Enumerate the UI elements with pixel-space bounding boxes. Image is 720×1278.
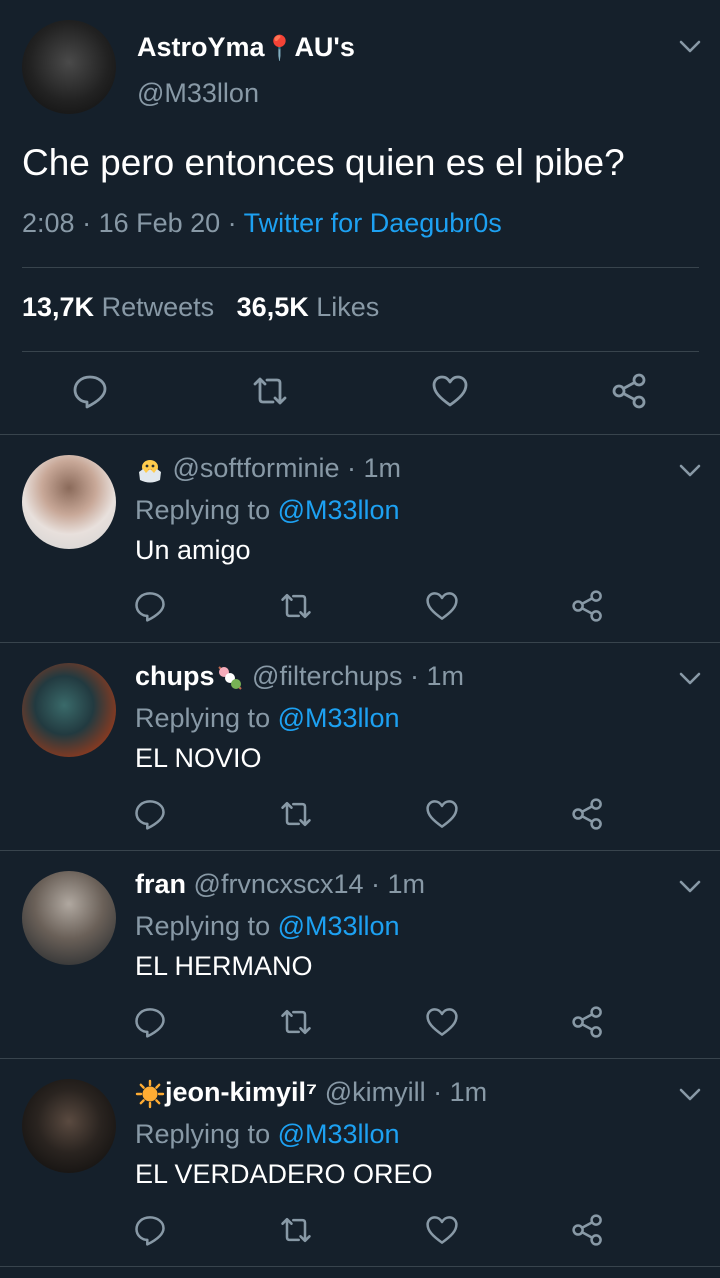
share-icon[interactable] <box>610 371 650 411</box>
reply-text: EL HERMANO <box>135 951 313 981</box>
replying-to-label: Replying to <box>135 911 271 941</box>
tweet-stats: 13,7K Retweets 36,5K Likes <box>22 292 379 323</box>
reply-tweet[interactable]: @softforminie · 1m Replying to @M33llon … <box>0 435 720 643</box>
reply-header: chups @filterchups · 1m <box>135 661 465 693</box>
replying-to-label: Replying to <box>135 495 271 525</box>
reply-time: 1m <box>426 661 465 691</box>
likes-stat[interactable]: 36,5K Likes <box>237 292 380 322</box>
like-icon[interactable] <box>424 588 460 624</box>
share-icon[interactable] <box>570 1004 606 1040</box>
replying-to: Replying to @M33llon <box>135 703 400 734</box>
share-icon[interactable] <box>570 796 606 832</box>
tweet-meta: 2:08 · 16 Feb 20 · Twitter for Daegubr0s <box>22 208 502 238</box>
reply-icon[interactable] <box>132 588 168 624</box>
tweet-time: 2:08 <box>22 208 75 238</box>
reply-handle[interactable]: @filterchups <box>252 661 402 691</box>
retweets-count: 13,7K <box>22 292 95 322</box>
hatching-chick-icon <box>135 455 165 485</box>
avatar[interactable] <box>22 1079 116 1173</box>
separator <box>22 351 699 352</box>
reply-header: @softforminie · 1m <box>135 453 401 485</box>
reply-icon[interactable] <box>132 796 168 832</box>
likes-count: 36,5K <box>236 292 309 322</box>
tweet-text: Che pero entonces quien es el pibe? <box>22 142 625 183</box>
mention-link[interactable]: @M33llon <box>278 911 400 941</box>
chevron-down-icon[interactable] <box>677 665 703 691</box>
retweets-label: Retweets <box>101 292 215 322</box>
mention-link[interactable]: @M33llon <box>278 1119 400 1149</box>
reply-text: EL NOVIO <box>135 743 262 773</box>
display-name-suffix: AU's <box>294 32 355 62</box>
reply-header: jeon-kimyil⁷ @kimyill · 1m <box>135 1077 487 1109</box>
chevron-down-icon[interactable] <box>677 873 703 899</box>
retweet-icon[interactable] <box>278 1212 314 1248</box>
avatar[interactable] <box>22 455 116 549</box>
reply-text: Un amigo <box>135 535 251 565</box>
reply-display-name[interactable]: fran <box>135 869 186 899</box>
likes-label: Likes <box>316 292 380 322</box>
avatar[interactable] <box>22 20 116 114</box>
pin-emoji-icon: 📍 <box>264 35 295 62</box>
reply-display-name[interactable]: chups <box>135 661 215 691</box>
replying-to: Replying to @M33llon <box>135 1119 400 1150</box>
main-tweet: AstroYma📍AU's @M33llon Che pero entonces… <box>0 0 720 435</box>
like-icon[interactable] <box>424 796 460 832</box>
display-name[interactable]: AstroYma📍AU's <box>137 32 355 63</box>
chevron-down-icon[interactable] <box>677 33 703 59</box>
retweet-icon[interactable] <box>278 1004 314 1040</box>
tweet-date: 16 Feb 20 <box>98 208 221 238</box>
reply-text: EL VERDADERO OREO <box>135 1159 433 1189</box>
avatar[interactable] <box>22 663 116 757</box>
like-icon[interactable] <box>430 371 470 411</box>
replying-to-label: Replying to <box>135 1119 271 1149</box>
reply-display-name[interactable]: jeon-kimyil⁷ <box>165 1077 317 1107</box>
reply-icon[interactable] <box>132 1212 168 1248</box>
tweet-source-link[interactable]: Twitter for Daegubr0s <box>244 208 502 238</box>
user-handle[interactable]: @M33llon <box>137 78 259 109</box>
reply-handle[interactable]: @kimyill <box>325 1077 426 1107</box>
replying-to-label: Replying to <box>135 703 271 733</box>
dango-icon <box>215 663 245 693</box>
replying-to: Replying to @M33llon <box>135 495 400 526</box>
like-icon[interactable] <box>424 1212 460 1248</box>
reply-tweet[interactable]: chups @filterchups · 1m Replying to @M33… <box>0 643 720 851</box>
mention-link[interactable]: @M33llon <box>278 495 400 525</box>
share-icon[interactable] <box>570 1212 606 1248</box>
chevron-down-icon[interactable] <box>677 457 703 483</box>
reply-handle[interactable]: @frvncxscx14 <box>194 869 364 899</box>
reply-header: fran @frvncxscx14 · 1m <box>135 869 425 899</box>
reply-icon[interactable] <box>132 1004 168 1040</box>
reply-tweet[interactable]: fran @frvncxscx14 · 1m Replying to @M33l… <box>0 851 720 1059</box>
retweet-icon[interactable] <box>278 588 314 624</box>
chevron-down-icon[interactable] <box>677 1081 703 1107</box>
replying-to: Replying to @M33llon <box>135 911 400 942</box>
divider <box>0 1266 720 1267</box>
like-icon[interactable] <box>424 1004 460 1040</box>
share-icon[interactable] <box>570 588 606 624</box>
display-name-text: AstroYma <box>137 32 265 62</box>
retweet-icon[interactable] <box>278 796 314 832</box>
separator <box>22 267 699 268</box>
retweet-icon[interactable] <box>250 371 290 411</box>
reply-handle[interactable]: @softforminie <box>173 453 340 483</box>
reply-time: 1m <box>387 869 425 899</box>
retweets-stat[interactable]: 13,7K Retweets <box>22 292 214 322</box>
reply-time: 1m <box>363 453 401 483</box>
reply-icon[interactable] <box>70 371 110 411</box>
avatar[interactable] <box>22 871 116 965</box>
reply-tweet[interactable]: jeon-kimyil⁷ @kimyill · 1m Replying to @… <box>0 1059 720 1267</box>
reply-time: 1m <box>449 1077 488 1107</box>
mention-link[interactable]: @M33llon <box>278 703 400 733</box>
sun-icon <box>135 1079 165 1109</box>
